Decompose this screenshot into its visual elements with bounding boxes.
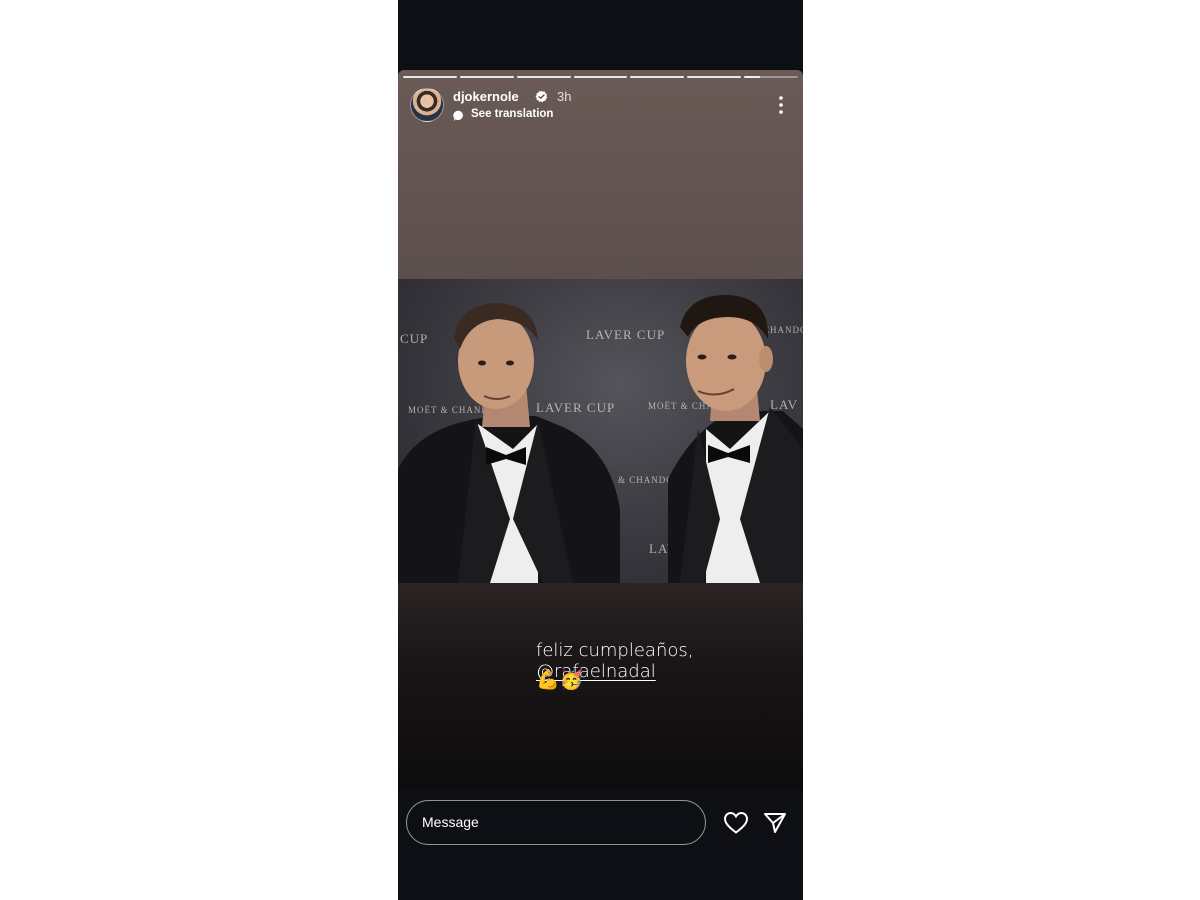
progress-segment	[687, 76, 742, 78]
progress-segment	[516, 76, 571, 78]
see-translation-link[interactable]: See translation	[471, 108, 553, 120]
caption-emojis: 💪🥳	[536, 670, 584, 691]
avatar[interactable]	[410, 88, 444, 122]
verified-badge-icon	[535, 90, 548, 103]
send-icon[interactable]	[763, 811, 787, 835]
story-viewer: djokernole 3h See translation CUP LAVER …	[398, 0, 803, 900]
heart-icon[interactable]	[723, 811, 749, 835]
progress-segment	[630, 76, 685, 78]
reply-bar: Message	[398, 790, 803, 900]
progress-segment	[573, 76, 628, 78]
post-time: 3h	[557, 89, 572, 104]
top-bar	[398, 0, 803, 50]
story-progress-bar	[403, 76, 799, 79]
story-photo: CUP LAVER CUP LAVER CUP MOËT & CHANDON M…	[398, 279, 803, 583]
speech-bubble-icon	[453, 110, 463, 122]
message-input[interactable]: Message	[406, 800, 706, 845]
progress-segment	[459, 76, 514, 78]
caption-text: feliz cumpleaños,	[536, 640, 694, 661]
more-vertical-icon[interactable]	[773, 94, 789, 116]
username[interactable]: djokernole	[453, 89, 519, 104]
progress-segment	[403, 76, 457, 78]
story-frame[interactable]: djokernole 3h See translation CUP LAVER …	[398, 70, 803, 790]
progress-segment-current	[744, 76, 799, 78]
photo-people-illustration	[398, 294, 803, 583]
story-header: djokernole 3h See translation	[410, 88, 793, 128]
